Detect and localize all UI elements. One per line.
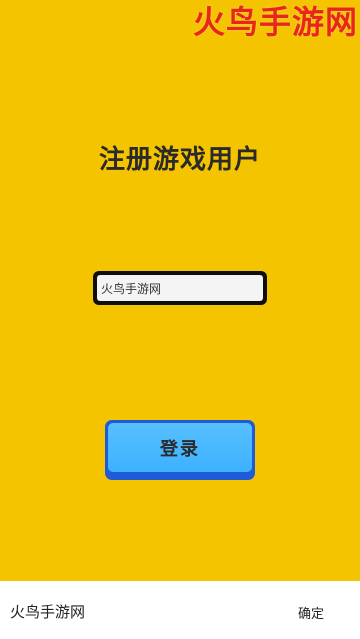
- site-watermark: 火鸟手游网: [192, 3, 358, 41]
- login-button[interactable]: 登录: [105, 420, 255, 480]
- bottom-bar: 火鸟手游网 确定: [0, 581, 360, 639]
- page-title: 注册游戏用户: [98, 145, 261, 175]
- username-field-frame: [93, 271, 267, 305]
- confirm-button[interactable]: 确定: [298, 603, 324, 622]
- username-input[interactable]: [97, 275, 263, 301]
- login-button-label: 登录: [108, 423, 252, 472]
- bottom-bar-label: 火鸟手游网: [10, 603, 86, 621]
